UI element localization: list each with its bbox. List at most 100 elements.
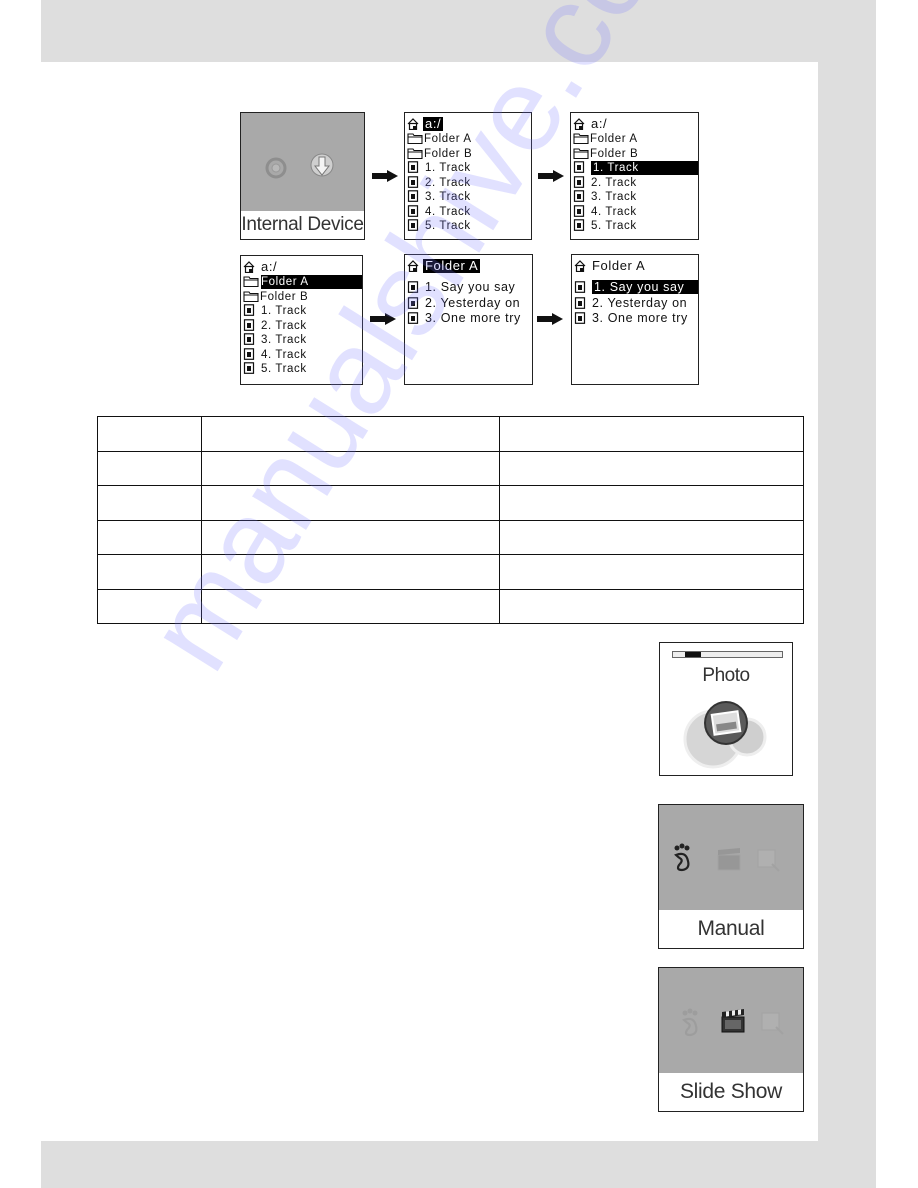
file-item[interactable]: 4. Track — [407, 204, 531, 219]
item-label: 2. Track — [261, 319, 307, 332]
music-file-icon — [243, 304, 255, 316]
item-label: Folder A — [590, 133, 638, 145]
item-label: Folder A — [424, 133, 472, 145]
file-item[interactable]: 1. Track — [407, 161, 531, 175]
table-cell — [97, 554, 202, 590]
music-file-icon — [407, 219, 419, 231]
table-row — [97, 416, 804, 452]
folder-item[interactable]: Folder A — [573, 132, 698, 146]
file-item[interactable]: 3. One more try — [407, 311, 532, 325]
music-file-icon — [407, 281, 419, 293]
file-item[interactable]: 5. Track — [573, 219, 698, 233]
item-label: 5. Track — [425, 220, 471, 232]
file-browser-screen: Folder A 1. Say you say 2. Yesterday on 3. … — [571, 254, 699, 385]
menu-title: Photo — [702, 665, 750, 686]
home-icon — [407, 260, 419, 273]
photo-icon — [683, 701, 767, 769]
music-file-icon — [243, 362, 255, 374]
file-item[interactable]: 5. Track — [243, 362, 362, 376]
file-item[interactable]: 4. Track — [243, 347, 362, 362]
item-label: Folder B — [590, 147, 639, 160]
file-item[interactable]: 1. Track — [573, 161, 698, 175]
file-item[interactable]: 5. Track — [407, 219, 531, 233]
file-item[interactable]: 3. Track — [573, 190, 698, 204]
path-header: Folder A — [407, 259, 532, 273]
arrow-right-icon — [372, 170, 398, 182]
table-row — [97, 519, 804, 555]
item-label: 1. Say you say — [425, 280, 516, 294]
file-browser-screen: a:/ Folder A Folder B 1. Track 2. Track 3. Tr… — [404, 112, 532, 240]
current-path: a:/ — [423, 116, 444, 131]
current-path: a:/ — [591, 116, 608, 131]
home-icon — [573, 118, 585, 131]
item-label: 4. Track — [425, 205, 471, 218]
file-item[interactable]: 2. Track — [573, 175, 698, 190]
page-frame-right — [818, 62, 876, 1188]
item-label: 4. Track — [261, 348, 307, 361]
download-arrow-icon — [310, 153, 334, 177]
table-cell — [201, 519, 500, 555]
table-cell — [499, 485, 804, 521]
folder-item[interactable]: Folder A — [407, 132, 531, 146]
home-icon — [243, 261, 255, 274]
music-file-icon — [243, 347, 255, 360]
function-table — [97, 416, 804, 624]
music-file-icon — [574, 296, 586, 309]
folder-item[interactable]: Folder A — [243, 275, 362, 289]
file-item[interactable]: 3. Track — [243, 333, 362, 347]
table-cell — [201, 588, 500, 624]
table-cell — [499, 588, 804, 624]
table-cell — [499, 450, 804, 486]
item-label: 1. Track — [591, 161, 698, 175]
home-icon — [574, 260, 586, 273]
folder-icon — [573, 132, 589, 145]
file-browser-screen: a:/Folder A Folder B 1. Track 2. Track 3. Tr… — [240, 255, 363, 385]
folder-icon — [407, 147, 423, 159]
table-cell — [201, 554, 500, 590]
folder-item[interactable]: Folder B — [407, 147, 531, 161]
item-label: 1. Track — [261, 305, 307, 317]
current-path: a:/ — [261, 259, 278, 274]
music-file-icon — [407, 161, 419, 173]
item-label: 1. Say you say — [592, 280, 698, 294]
item-label: 2. Track — [425, 176, 471, 189]
music-file-icon — [574, 281, 586, 293]
menu-progress-fill — [685, 652, 702, 657]
file-item[interactable]: 2. Track — [407, 175, 531, 190]
table-row — [97, 554, 804, 590]
file-item[interactable]: 2. Yesterday on — [407, 296, 532, 310]
item-label: 5. Track — [591, 220, 637, 232]
screen-caption: Manual — [659, 910, 803, 948]
footprint-icon — [674, 843, 690, 872]
current-path: Folder A — [423, 258, 481, 273]
folder-icon — [243, 290, 259, 302]
table-cell — [201, 450, 500, 486]
folder-icon — [243, 275, 259, 288]
menu-progress-bar — [672, 651, 783, 658]
music-file-icon — [407, 204, 419, 217]
sync-icon — [265, 157, 287, 179]
item-label: 3. One more try — [592, 311, 688, 325]
clapperboard-icon — [721, 1009, 745, 1033]
path-header: a:/ — [573, 117, 698, 131]
clapperboard-icon — [717, 848, 741, 871]
file-item[interactable]: 3. One more try — [574, 311, 698, 325]
file-item[interactable]: 2. Yesterday on — [574, 296, 698, 310]
table-cell — [97, 416, 202, 452]
file-item[interactable]: 1. Track — [243, 304, 362, 318]
folder-item[interactable]: Folder B — [243, 290, 362, 304]
file-item[interactable]: 2. Track — [243, 318, 362, 333]
footprint-icon — [682, 1008, 698, 1037]
file-item[interactable]: 1. Say you say — [407, 280, 532, 294]
table-cell — [97, 588, 202, 624]
file-item[interactable]: 4. Track — [573, 204, 698, 219]
current-path: Folder A — [592, 258, 646, 273]
table-row — [97, 450, 804, 486]
page-frame-corner — [780, 62, 818, 100]
music-file-icon — [573, 190, 585, 202]
photo-menu-screen: Photo — [659, 642, 793, 776]
folder-item[interactable]: Folder B — [573, 147, 698, 161]
file-item[interactable]: 3. Track — [407, 190, 531, 204]
file-item[interactable]: 1. Say you say — [574, 280, 698, 294]
arrow-right-icon — [538, 170, 564, 182]
